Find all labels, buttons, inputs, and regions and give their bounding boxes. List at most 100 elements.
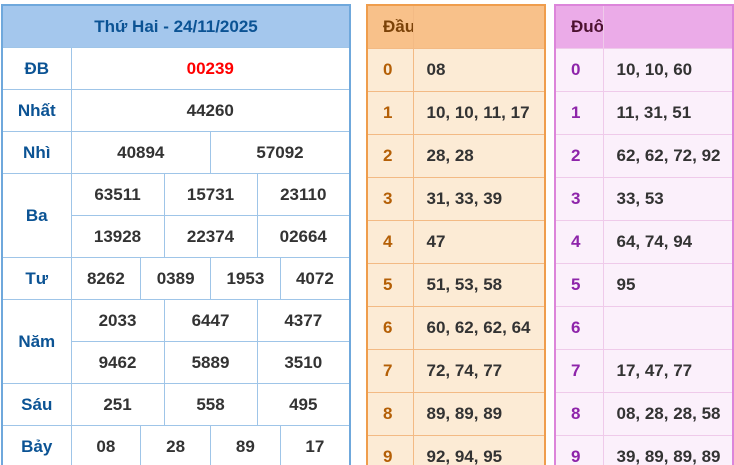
prize-value: 63511 — [71, 174, 164, 216]
duoi-numbers: 17, 47, 77 — [603, 350, 733, 393]
prize-label: Ba — [2, 174, 71, 258]
prize-value: 9462 — [71, 342, 164, 384]
duoi-row: 595 — [555, 264, 733, 307]
dau-row: 110, 10, 11, 17 — [367, 92, 545, 135]
dau-row: 551, 53, 58 — [367, 264, 545, 307]
prize-row: ĐB00239 — [2, 48, 350, 90]
prize-value: 8262 — [71, 258, 141, 300]
dau-digit: 6 — [367, 307, 413, 350]
duoi-digit: 4 — [555, 221, 603, 264]
prize-value: 02664 — [257, 216, 350, 258]
dau-numbers: 60, 62, 62, 64 — [413, 307, 545, 350]
dau-row: 447 — [367, 221, 545, 264]
prize-value: 558 — [164, 384, 257, 426]
dau-numbers: 08 — [413, 49, 545, 92]
dau-numbers: 72, 74, 77 — [413, 350, 545, 393]
prize-label: Nhất — [2, 90, 71, 132]
dau-row: 772, 74, 77 — [367, 350, 545, 393]
duoi-digit: 0 — [555, 49, 603, 92]
duoi-row: 464, 74, 94 — [555, 221, 733, 264]
results-header-row: Thứ Hai - 24/11/2025 — [2, 5, 350, 48]
prize-value: 23110 — [257, 174, 350, 216]
duoi-row: 717, 47, 77 — [555, 350, 733, 393]
duoi-numbers: 11, 31, 51 — [603, 92, 733, 135]
duoi-digit: 6 — [555, 307, 603, 350]
prize-value: 15731 — [164, 174, 257, 216]
prize-value: 89 — [211, 426, 281, 465]
dau-row: 660, 62, 62, 64 — [367, 307, 545, 350]
prize-value: 17 — [280, 426, 350, 465]
dau-table: Đầu 008110, 10, 11, 17228, 28331, 33, 39… — [366, 4, 546, 465]
draw-date-title: Thứ Hai - 24/11/2025 — [2, 5, 350, 48]
dau-digit: 1 — [367, 92, 413, 135]
duoi-numbers: 64, 74, 94 — [603, 221, 733, 264]
duoi-numbers: 10, 10, 60 — [603, 49, 733, 92]
duoi-digit: 7 — [555, 350, 603, 393]
duoi-digit: 9 — [555, 436, 603, 465]
duoi-numbers — [603, 307, 733, 350]
prize-label: Bảy — [2, 426, 71, 465]
duoi-digit: 5 — [555, 264, 603, 307]
dau-digit: 3 — [367, 178, 413, 221]
duoi-numbers: 39, 89, 89, 89 — [603, 436, 733, 465]
prize-label: Sáu — [2, 384, 71, 426]
duoi-table: Đuôi 010, 10, 60111, 31, 51262, 62, 72, … — [554, 4, 734, 465]
dau-numbers: 51, 53, 58 — [413, 264, 545, 307]
prize-value: 2033 — [71, 300, 164, 342]
prize-row: Bảy08288917 — [2, 426, 350, 465]
prize-value: 6447 — [164, 300, 257, 342]
dau-numbers: 89, 89, 89 — [413, 393, 545, 436]
prize-value: 1953 — [211, 258, 281, 300]
dau-header-row: Đầu — [367, 5, 545, 49]
dau-digit: 4 — [367, 221, 413, 264]
dau-numbers: 92, 94, 95 — [413, 436, 545, 465]
prize-value: 4072 — [280, 258, 350, 300]
prize-value: 3510 — [257, 342, 350, 384]
dau-digit: 5 — [367, 264, 413, 307]
duoi-numbers: 08, 28, 28, 58 — [603, 393, 733, 436]
dau-digit: 9 — [367, 436, 413, 465]
duoi-numbers: 62, 62, 72, 92 — [603, 135, 733, 178]
duoi-row: 939, 89, 89, 89 — [555, 436, 733, 465]
duoi-digit: 8 — [555, 393, 603, 436]
duoi-row: 111, 31, 51 — [555, 92, 733, 135]
dau-numbers: 28, 28 — [413, 135, 545, 178]
prize-value: 251 — [71, 384, 164, 426]
duoi-header-row: Đuôi — [555, 5, 733, 49]
prize-value: 5889 — [164, 342, 257, 384]
duoi-row: 262, 62, 72, 92 — [555, 135, 733, 178]
duoi-row: 808, 28, 28, 58 — [555, 393, 733, 436]
prize-value: 00239 — [71, 48, 350, 90]
duoi-numbers: 33, 53 — [603, 178, 733, 221]
prize-row: Tư8262038919534072 — [2, 258, 350, 300]
prize-value: 495 — [257, 384, 350, 426]
duoi-digit: 2 — [555, 135, 603, 178]
dau-numbers: 10, 10, 11, 17 — [413, 92, 545, 135]
dau-header-empty — [413, 5, 545, 49]
prize-value: 4377 — [257, 300, 350, 342]
prize-value: 22374 — [164, 216, 257, 258]
prize-row: Nhất44260 — [2, 90, 350, 132]
lottery-results-page: Thứ Hai - 24/11/2025 ĐB00239Nhất44260Nhì… — [0, 0, 734, 465]
dau-digit: 7 — [367, 350, 413, 393]
dau-digit: 0 — [367, 49, 413, 92]
dau-row: 331, 33, 39 — [367, 178, 545, 221]
duoi-header-label: Đuôi — [555, 5, 603, 49]
prize-value: 40894 — [71, 132, 211, 174]
dau-row: 889, 89, 89 — [367, 393, 545, 436]
duoi-row: 010, 10, 60 — [555, 49, 733, 92]
prize-value: 0389 — [141, 258, 211, 300]
prize-label: Năm — [2, 300, 71, 384]
dau-row: 228, 28 — [367, 135, 545, 178]
duoi-row: 333, 53 — [555, 178, 733, 221]
dau-row: 008 — [367, 49, 545, 92]
dau-digit: 8 — [367, 393, 413, 436]
dau-digit: 2 — [367, 135, 413, 178]
prize-row: Sáu251558495 — [2, 384, 350, 426]
duoi-digit: 1 — [555, 92, 603, 135]
dau-row: 992, 94, 95 — [367, 436, 545, 465]
prize-value: 57092 — [211, 132, 351, 174]
prize-row: Nhì4089457092 — [2, 132, 350, 174]
duoi-digit: 3 — [555, 178, 603, 221]
dau-numbers: 47 — [413, 221, 545, 264]
